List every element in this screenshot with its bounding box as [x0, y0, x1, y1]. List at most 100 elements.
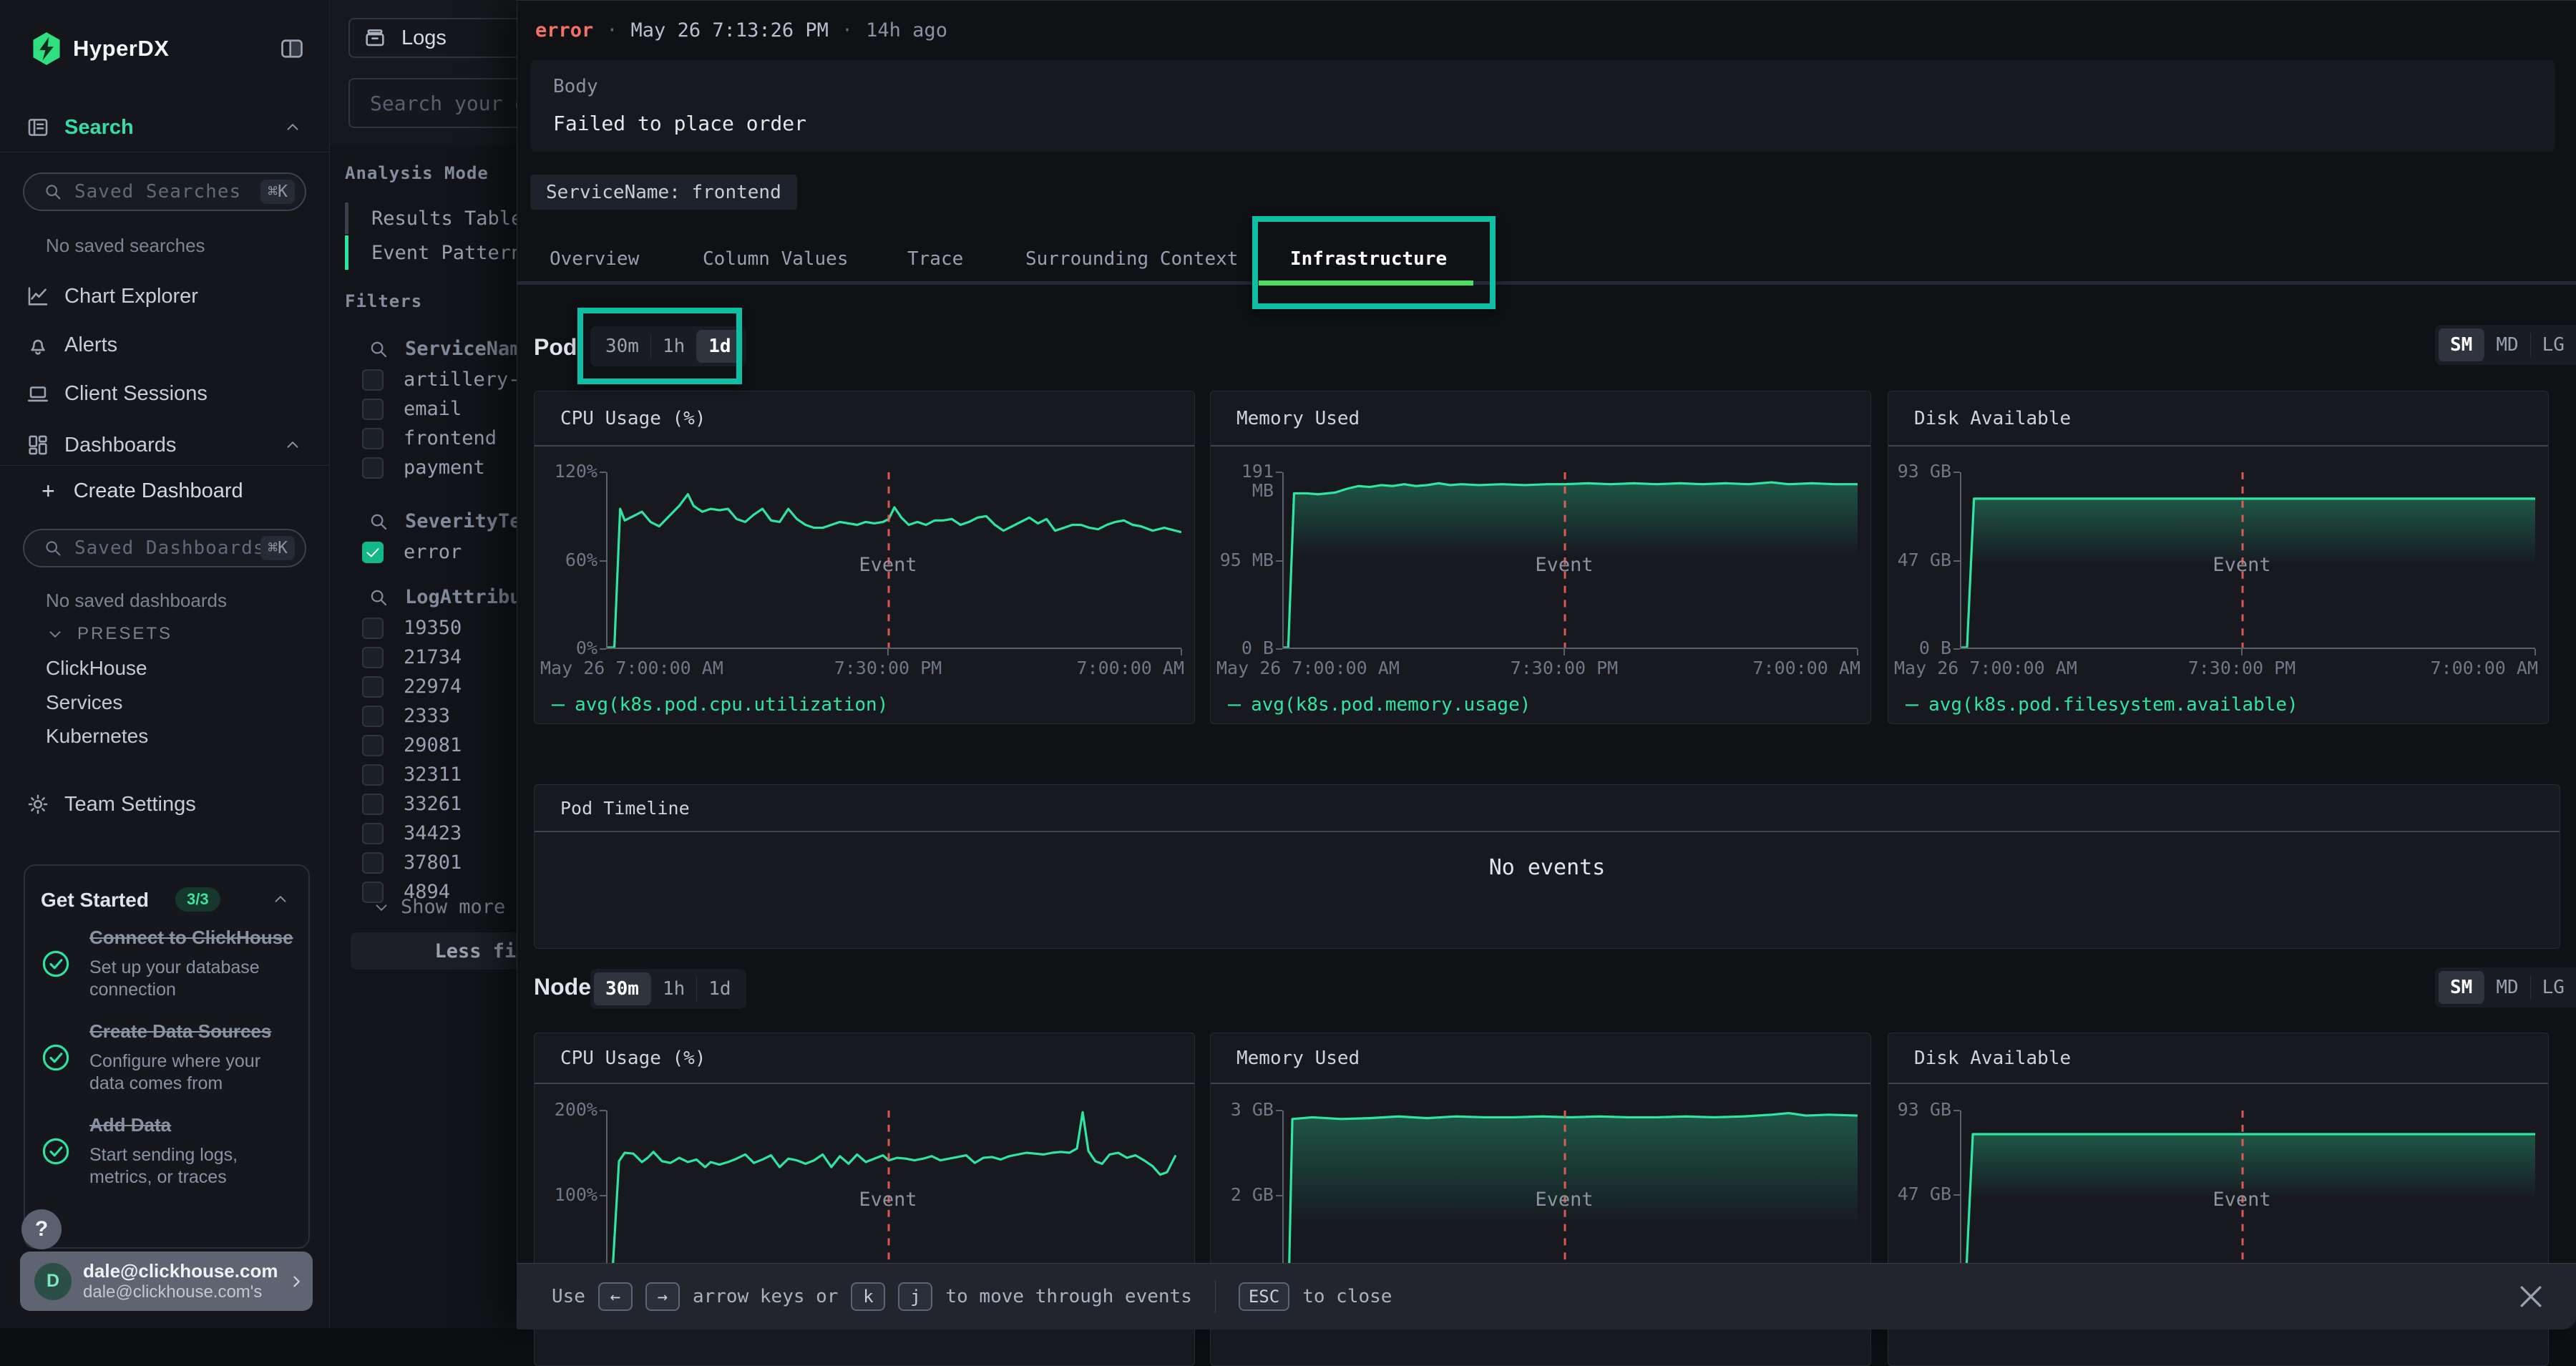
checkbox[interactable]: [362, 764, 384, 786]
search-panel-icon: [26, 115, 50, 140]
separator: ·: [841, 19, 853, 42]
logs-source-icon: [363, 26, 387, 50]
divider: [535, 1083, 1194, 1084]
k-key: k: [851, 1282, 885, 1311]
pod-chart-size-md[interactable]: MD: [2484, 328, 2529, 361]
event-marker-label: Event: [1535, 554, 1593, 576]
node-chart-size: SMMDLG: [2435, 967, 2576, 1008]
y-axis-tick: [1953, 1194, 1960, 1196]
collapse-sidebar-icon[interactable]: [279, 36, 305, 62]
sidebar-item-team-settings[interactable]: Team Settings: [0, 786, 329, 823]
keyboard-hints-bar: Use ← → arrow keys or k j to move throug…: [517, 1263, 2576, 1330]
tab-column-values[interactable]: Column Values: [703, 237, 849, 281]
pod-chart-size-sm[interactable]: SM: [2439, 328, 2484, 361]
y-axis-tick: [1953, 560, 1960, 562]
preset-kubernetes[interactable]: Kubernetes: [46, 725, 148, 748]
node-chart-size-sm[interactable]: SM: [2439, 971, 2484, 1004]
hyperdx-app: HyperDX Search Saved Searches ⌘K No save…: [0, 0, 2576, 1328]
sidebar-item-alerts[interactable]: Alerts: [0, 326, 329, 364]
get-started-item-desc: Start sending logs, metrics, or traces: [89, 1144, 296, 1189]
checkbox[interactable]: [362, 823, 384, 844]
x-axis-tick-label: 7:30:00 PM: [1511, 658, 1619, 678]
y-axis-tick: [1276, 472, 1282, 473]
service-name-chip[interactable]: ServiceName: frontend: [530, 175, 797, 210]
x-axis-tick: [887, 649, 889, 655]
checkbox[interactable]: [362, 676, 384, 698]
checkbox-checked[interactable]: [362, 542, 384, 563]
tab-surrounding-context[interactable]: Surrounding Context: [1025, 237, 1238, 281]
node-time-range-1h[interactable]: 1h: [651, 972, 696, 1005]
hint-text: to move through events: [945, 1286, 1191, 1307]
checkbox[interactable]: [362, 706, 384, 727]
tab-overview[interactable]: Overview: [550, 237, 639, 281]
event-marker-label: Event: [2212, 554, 2270, 576]
node-time-range-30m[interactable]: 30m: [594, 972, 650, 1005]
close-icon[interactable]: [2515, 1281, 2547, 1312]
checkbox[interactable]: [362, 369, 384, 391]
x-axis-tick: [2241, 649, 2243, 655]
event-marker-label: Event: [2212, 1189, 2270, 1211]
get-started-item-desc: Set up your database connection: [89, 957, 296, 1001]
pod-chart-size: SMMDLG: [2435, 325, 2576, 365]
node-chart-size-md[interactable]: MD: [2484, 971, 2529, 1004]
shortcut-badge: ⌘K: [260, 536, 295, 560]
user-account-chip[interactable]: D dale@clickhouse.com dale@clickhouse.co…: [20, 1252, 313, 1311]
x-axis-tick-label: May 26 7:00:00 AM: [1216, 658, 1400, 678]
checkbox[interactable]: [362, 794, 384, 815]
sidebar-item-label: Client Sessions: [64, 382, 208, 406]
x-axis-tick-label: May 26 7:00:00 AM: [540, 658, 723, 678]
preset-clickhouse[interactable]: ClickHouse: [46, 657, 147, 680]
get-started-item: Add DataStart sending logs, metrics, or …: [41, 1113, 296, 1189]
sidebar-item-search[interactable]: Search: [0, 109, 329, 146]
checkbox[interactable]: [362, 399, 384, 420]
saved-dashboards-placeholder: Saved Dashboards: [74, 537, 260, 559]
show-more-button[interactable]: Show more: [362, 896, 505, 918]
y-axis-tick: [1276, 1195, 1282, 1196]
sidebar-item-client-sessions[interactable]: Client Sessions: [0, 375, 329, 412]
checkbox[interactable]: [362, 428, 384, 449]
sidebar-item-label: Chart Explorer: [64, 285, 198, 308]
pod-timeline-title: Pod Timeline: [560, 785, 690, 831]
laptop-icon: [26, 381, 50, 406]
search-icon: [368, 338, 389, 360]
saved-dashboards-input[interactable]: Saved Dashboards ⌘K: [23, 529, 306, 567]
check-circle-icon: [41, 1136, 71, 1166]
filter-option-label: error: [404, 541, 462, 563]
tab-trace[interactable]: Trace: [907, 237, 963, 281]
y-axis-tick: [600, 560, 606, 562]
checkbox[interactable]: [362, 735, 384, 756]
help-button[interactable]: ?: [21, 1209, 62, 1249]
checkbox[interactable]: [362, 618, 384, 639]
y-axis-tick: [600, 1110, 606, 1111]
hint-text: to close: [1302, 1286, 1392, 1307]
presets-toggle[interactable]: PRESETS: [46, 624, 172, 644]
checkbox[interactable]: [362, 852, 384, 874]
checkbox[interactable]: [362, 647, 384, 668]
event-relative-time: 14h ago: [866, 19, 947, 42]
create-dashboard-button[interactable]: + Create Dashboard: [42, 478, 243, 504]
sidebar-item-dashboards[interactable]: Dashboards: [0, 426, 329, 464]
filter-group-name: ServiceName: [405, 338, 533, 360]
node-chart-size-lg[interactable]: LG: [2531, 971, 2576, 1004]
check-circle-icon: [41, 1043, 71, 1073]
sidebar-item-chart-explorer[interactable]: Chart Explorer: [0, 278, 329, 315]
bell-icon: [26, 333, 50, 357]
pod-chart-size-lg[interactable]: LG: [2531, 328, 2576, 361]
presets-label: PRESETS: [77, 624, 172, 644]
mode-indicator: [345, 235, 348, 270]
search-icon: [368, 511, 389, 532]
checkbox[interactable]: [362, 457, 384, 479]
node-time-range-1d[interactable]: 1d: [697, 972, 742, 1005]
event-timestamp: May 26 7:13:26 PM: [631, 19, 829, 42]
filter-option-label: 33261: [404, 793, 462, 815]
sidebar: HyperDX Search Saved Searches ⌘K No save…: [0, 0, 330, 1328]
saved-searches-input[interactable]: Saved Searches ⌘K: [23, 172, 306, 211]
y-axis-tick: [1953, 648, 1960, 650]
filter-option-label: 37801: [404, 852, 462, 874]
legend-series-name: avg(k8s.pod.cpu.utilization): [575, 694, 888, 716]
filter-option-label: email: [404, 398, 462, 420]
y-axis-tick: [1953, 1110, 1960, 1111]
chevron-up-icon[interactable]: [271, 890, 290, 909]
filter-option-label: payment: [404, 457, 485, 479]
preset-services[interactable]: Services: [46, 691, 122, 714]
